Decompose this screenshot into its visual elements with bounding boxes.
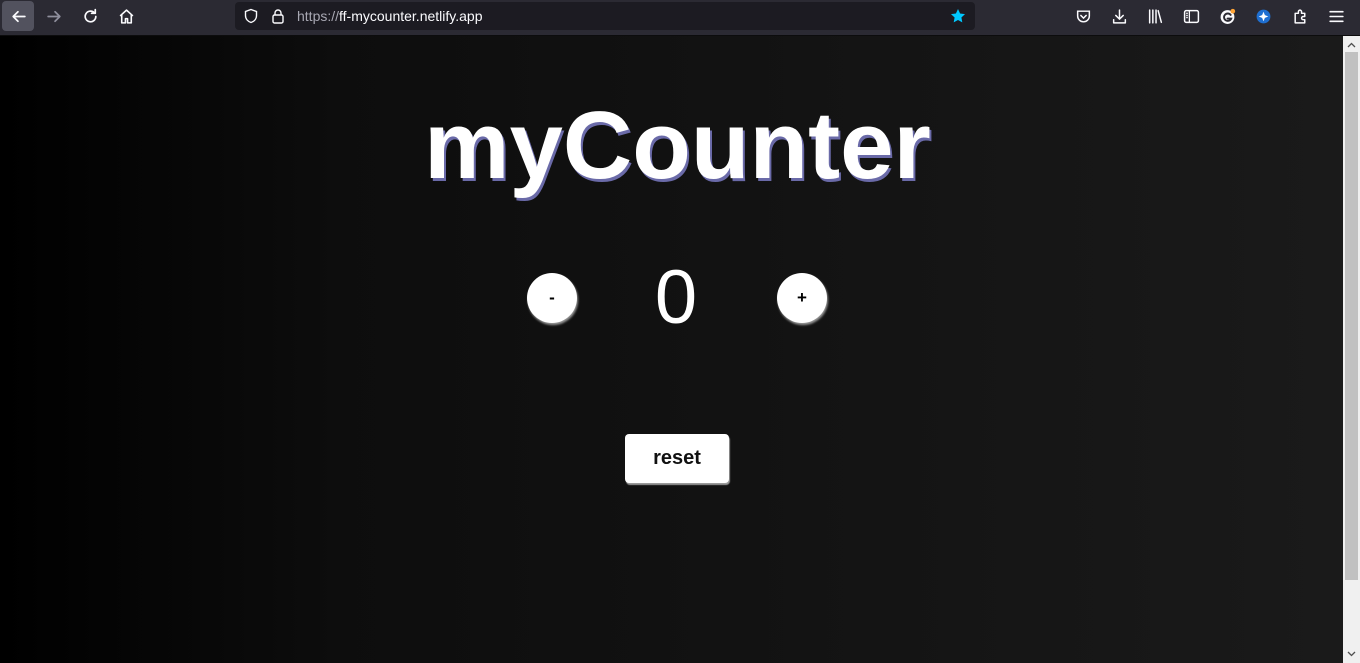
back-button[interactable] [2, 1, 34, 31]
pocket-icon [1076, 9, 1090, 23]
browser-toolbar: https://ff-mycounter.netlify.app [0, 0, 1360, 36]
download-icon [1112, 8, 1126, 24]
counter-value: 0 [654, 255, 698, 340]
home-icon [119, 8, 133, 24]
menu-icon [1328, 10, 1344, 22]
decrement-button[interactable]: - [527, 273, 577, 323]
extensions-icon [1293, 8, 1305, 24]
vertical-scrollbar[interactable] [1343, 36, 1360, 663]
sidebar-icon [1183, 9, 1199, 23]
scroll-down-icon[interactable] [1343, 647, 1360, 661]
reload-button[interactable] [74, 1, 106, 31]
shield-icon[interactable] [242, 7, 260, 25]
account-button[interactable] [1211, 1, 1243, 31]
sidebar-button[interactable] [1175, 1, 1207, 31]
extension-badge-button[interactable] [1247, 1, 1279, 31]
library-icon [1148, 8, 1162, 24]
address-bar[interactable]: https://ff-mycounter.netlify.app [235, 2, 975, 30]
home-button[interactable] [110, 1, 142, 31]
reset-button[interactable]: reset [625, 434, 729, 483]
extensions-button[interactable] [1284, 1, 1316, 31]
lock-icon[interactable] [269, 7, 287, 25]
pocket-button[interactable] [1067, 1, 1099, 31]
url-text[interactable]: https://ff-mycounter.netlify.app [297, 8, 482, 24]
bookmark-star-icon[interactable] [949, 7, 967, 25]
menu-button[interactable] [1320, 1, 1352, 31]
scrollbar-thumb[interactable] [1345, 52, 1358, 580]
library-button[interactable] [1139, 1, 1171, 31]
counter-page: myCounter - 0 + reset [0, 36, 1343, 663]
increment-button[interactable]: + [777, 273, 827, 323]
page-title: myCounter [424, 92, 931, 199]
back-icon [11, 10, 26, 22]
extension-badge-icon [1256, 9, 1270, 23]
downloads-button[interactable] [1103, 1, 1135, 31]
forward-icon [46, 10, 61, 22]
scroll-up-icon[interactable] [1343, 38, 1360, 52]
account-icon [1220, 8, 1235, 24]
forward-button[interactable] [38, 1, 70, 31]
reload-icon [83, 8, 97, 23]
